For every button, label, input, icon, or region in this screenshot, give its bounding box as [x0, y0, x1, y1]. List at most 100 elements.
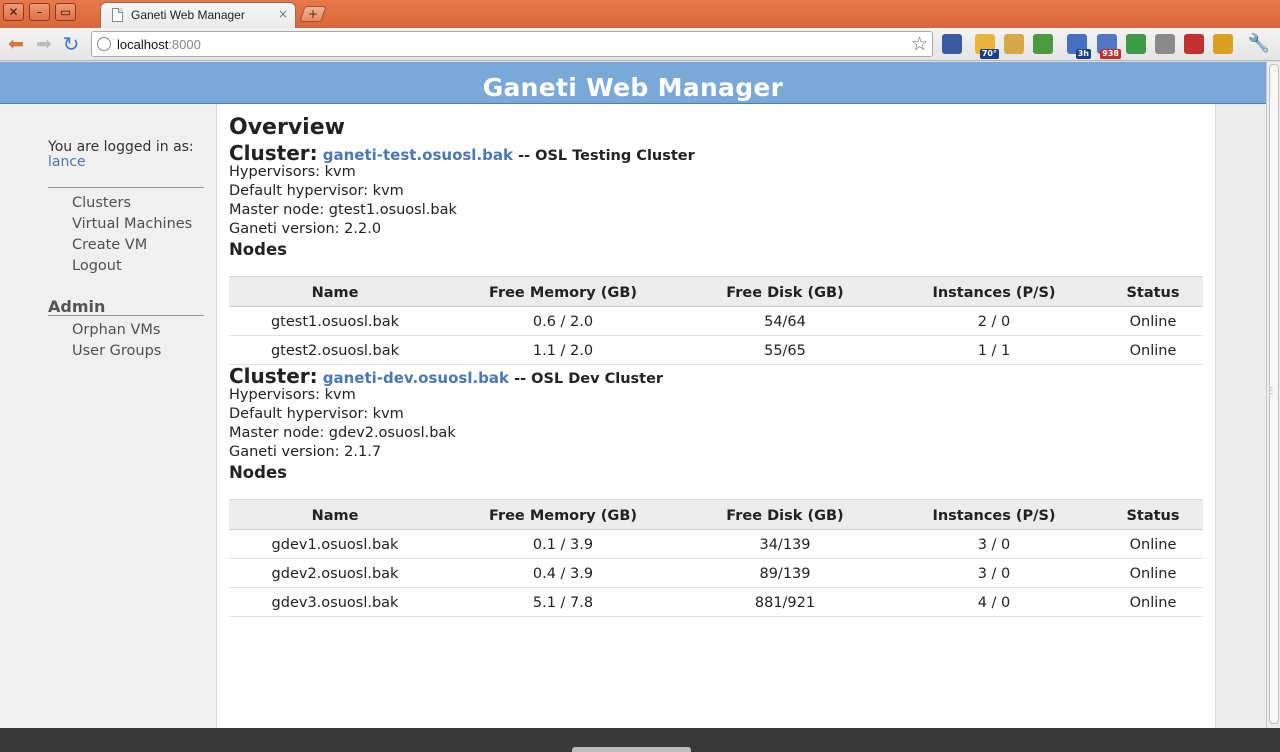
column-header-instances[interactable]: Instances (P/S): [885, 499, 1103, 530]
close-window-button[interactable]: ✕: [3, 3, 24, 21]
browser-tab[interactable]: Ganeti Web Manager ×: [100, 2, 296, 28]
right-gutter: [1215, 104, 1266, 728]
cluster-version: Ganeti version: 2.1.7: [229, 444, 382, 460]
node-status: Online: [1103, 587, 1203, 617]
extension-badge: 70°: [979, 49, 999, 59]
cluster-description: -- OSL Dev Cluster: [514, 371, 664, 387]
cluster-master-node: Master node: gtest1.osuosl.bak: [229, 202, 457, 218]
node-name: gdev2.osuosl.bak: [229, 558, 441, 588]
gmail-icon[interactable]: [942, 34, 962, 54]
table-row: gdev2.osuosl.bak 0.4 / 3.9 89/139 3 / 0 Onli…: [229, 558, 1203, 588]
node-free-memory: 0.6 / 2.0: [441, 306, 685, 336]
table-row: gtest1.osuosl.bak 0.6 / 2.0 54/64 2 / 0 Onli…: [229, 306, 1203, 336]
reload-icon[interactable]: ↻: [59, 32, 83, 56]
remote-icon[interactable]: [1213, 34, 1233, 54]
table-row: gdev3.osuosl.bak 5.1 / 7.8 881/921 4 / 0 Onl…: [229, 587, 1203, 617]
extension-badge: 938: [1100, 49, 1121, 59]
nodes-heading: Nodes: [229, 240, 287, 259]
logged-in-label: You are logged in as:: [48, 139, 194, 155]
column-header-free-memory[interactable]: Free Memory (GB): [441, 276, 685, 307]
nodes-heading: Nodes: [229, 463, 287, 482]
column-header-free-memory[interactable]: Free Memory (GB): [441, 499, 685, 530]
cluster-hypervisors: Hypervisors: kvm: [229, 387, 356, 403]
table-header-row: Name Free Memory (GB) Free Disk (GB) Ins…: [229, 276, 1203, 307]
new-tab-button[interactable]: +: [299, 6, 327, 22]
column-header-free-disk[interactable]: Free Disk (GB): [685, 276, 885, 307]
sidebar-item-create-vm[interactable]: Create VM: [72, 237, 147, 253]
timer-icon[interactable]: [1126, 34, 1146, 54]
node-instances: 3 / 0: [885, 558, 1103, 588]
node-free-memory: 0.1 / 3.9: [441, 529, 685, 559]
column-header-instances[interactable]: Instances (P/S): [885, 276, 1103, 307]
cluster-label: Cluster:: [229, 141, 318, 165]
node-free-disk: 34/139: [685, 529, 885, 559]
rss-icon[interactable]: 938: [1097, 34, 1121, 59]
main-content: Overview Cluster: ganeti-test.osuosl.bak…: [217, 104, 1215, 728]
table-row: gtest2.osuosl.bak 1.1 / 2.0 55/65 1 / 1 Onli…: [229, 335, 1203, 365]
wrench-menu-icon[interactable]: 🔧: [1247, 32, 1271, 56]
node-free-disk: 89/139: [685, 558, 885, 588]
sidebar-divider: [48, 187, 204, 188]
bottom-panel: [0, 728, 1280, 752]
vertical-scrollbar[interactable]: ---: [1266, 62, 1280, 728]
cluster-label: Cluster:: [229, 364, 318, 388]
page-header: Ganeti Web Manager: [0, 62, 1266, 104]
cluster-link[interactable]: ganeti-dev.osuosl.bak: [323, 369, 509, 387]
extension-badge: 3h: [1075, 49, 1091, 59]
username-link[interactable]: lance: [48, 154, 86, 170]
node-name: gdev3.osuosl.bak: [229, 587, 441, 617]
cluster-hypervisors: Hypervisors: kvm: [229, 164, 356, 180]
tab-close-icon[interactable]: ×: [278, 7, 288, 21]
forward-arrow-icon[interactable]: ➡: [32, 32, 56, 56]
url-text[interactable]: localhost:8000: [117, 37, 201, 52]
nodes-table: Name Free Memory (GB) Free Disk (GB) Ins…: [229, 499, 1203, 617]
weather-icon[interactable]: 70°: [975, 34, 999, 59]
sidebar-item-orphan-vms[interactable]: Orphan VMs: [72, 322, 160, 338]
admin-heading: Admin: [48, 297, 106, 316]
tag-icon[interactable]: [1155, 34, 1175, 54]
address-bar[interactable]: localhost:8000 ☆: [91, 31, 933, 57]
notes-icon[interactable]: [1004, 34, 1024, 54]
node-free-disk: 55/65: [685, 335, 885, 365]
globe-icon: [97, 37, 111, 51]
node-instances: 1 / 1: [885, 335, 1103, 365]
bookmark-star-icon[interactable]: ☆: [911, 33, 928, 55]
node-free-memory: 0.4 / 3.9: [441, 558, 685, 588]
browser-toolbar: ⬅ ➡ ↻ localhost:8000 ☆ 70° 3h 938 🔧: [0, 28, 1280, 61]
cluster-link[interactable]: ganeti-test.osuosl.bak: [323, 146, 513, 164]
evernote-icon[interactable]: [1033, 34, 1053, 54]
nodes-table: Name Free Memory (GB) Free Disk (GB) Ins…: [229, 276, 1203, 365]
cluster-default-hypervisor: Default hypervisor: kvm: [229, 183, 404, 199]
column-header-name[interactable]: Name: [229, 276, 441, 307]
table-row: gdev1.osuosl.bak 0.1 / 3.9 34/139 3 / 0 Onli…: [229, 529, 1203, 559]
node-name: gtest2.osuosl.bak: [229, 335, 441, 365]
column-header-name[interactable]: Name: [229, 499, 441, 530]
panel-tab[interactable]: [572, 747, 691, 752]
node-free-disk: 54/64: [685, 306, 885, 336]
scrollbar-grip-icon: ---: [1270, 383, 1273, 398]
calendar-icon[interactable]: 3h: [1067, 34, 1091, 59]
minimize-window-button[interactable]: –: [29, 3, 50, 21]
tab-title: Ganeti Web Manager: [131, 8, 245, 22]
browser-tab-strip: ✕ – ▭ Ganeti Web Manager × +: [0, 0, 1280, 28]
sidebar-item-user-groups[interactable]: User Groups: [72, 343, 161, 359]
rpt-icon[interactable]: [1184, 34, 1204, 54]
admin-divider: [48, 315, 204, 316]
node-free-memory: 5.1 / 7.8: [441, 587, 685, 617]
node-status: Online: [1103, 335, 1203, 365]
maximize-window-button[interactable]: ▭: [55, 3, 76, 21]
column-header-status[interactable]: Status: [1103, 499, 1203, 530]
page-icon: [112, 8, 123, 22]
node-instances: 4 / 0: [885, 587, 1103, 617]
sidebar-item-clusters[interactable]: Clusters: [72, 195, 131, 211]
sidebar-item-virtual-machines[interactable]: Virtual Machines: [72, 216, 192, 232]
node-name: gtest1.osuosl.bak: [229, 306, 441, 336]
sidebar-item-logout[interactable]: Logout: [72, 258, 122, 274]
cluster-heading: Cluster: ganeti-test.osuosl.bak -- OSL T…: [229, 141, 695, 165]
back-arrow-icon[interactable]: ⬅: [4, 32, 28, 56]
node-instances: 3 / 0: [885, 529, 1103, 559]
column-header-status[interactable]: Status: [1103, 276, 1203, 307]
cluster-heading: Cluster: ganeti-dev.osuosl.bak -- OSL De…: [229, 364, 663, 388]
column-header-free-disk[interactable]: Free Disk (GB): [685, 499, 885, 530]
cluster-description: -- OSL Testing Cluster: [518, 148, 695, 164]
